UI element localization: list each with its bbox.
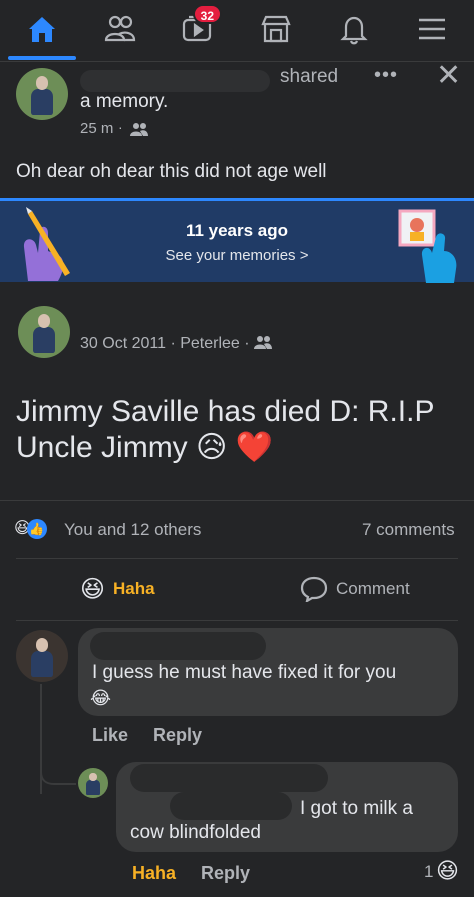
haha-label: Haha <box>113 579 155 598</box>
comment-bubble-1[interactable]: I guess he must have fixed it for you 😂 <box>78 628 458 716</box>
post-text-line-2-wrap: Uncle Jimmy 😥 ❤️ <box>16 430 273 466</box>
comment-2-text-line-1: I got to milk a <box>300 798 413 819</box>
reactions-divider <box>16 558 458 559</box>
comment-1-like-button[interactable]: Like <box>92 725 128 746</box>
tab-notifications[interactable] <box>326 6 382 52</box>
top-navigation: 32 <box>0 0 474 62</box>
commenter-avatar-1[interactable] <box>16 630 68 682</box>
reaction-icons[interactable]: 😆👍 <box>14 518 47 539</box>
friends-audience-icon <box>254 336 273 349</box>
share-body-text: Oh dear oh dear this did not age well <box>16 161 327 182</box>
meta-separator-2: · <box>244 335 250 352</box>
haha-button[interactable]: 😆 Haha <box>80 572 155 606</box>
share-verb: shared <box>280 66 339 87</box>
redacted-commenter-name <box>90 632 266 660</box>
haha-emoji-icon: 😆 <box>80 575 106 603</box>
menu-icon <box>419 18 445 40</box>
post-location[interactable]: Peterlee <box>180 335 240 352</box>
red-heart-emoji: ❤️ <box>235 431 274 464</box>
hand-photo-illustration-icon <box>398 209 457 283</box>
comment-bubble-icon <box>300 576 328 602</box>
comment-1-text: I guess he must have fixed it for you <box>92 662 397 683</box>
comment-button[interactable]: Comment <box>300 572 410 606</box>
reply-connector <box>40 762 76 785</box>
post-date[interactable]: 30 Oct 2011 <box>80 335 166 352</box>
watch-badge: 32 <box>192 4 222 24</box>
marketplace-icon <box>261 15 291 43</box>
comment-2-text-line-2: cow blindfolded <box>130 822 261 843</box>
share-object: a memory. <box>80 91 169 112</box>
comment-2-reply-button[interactable]: Reply <box>201 863 250 884</box>
tab-menu[interactable] <box>404 6 460 52</box>
meta-separator: · <box>170 335 176 352</box>
friends-audience-icon <box>130 123 148 136</box>
comment-1-reply-button[interactable]: Reply <box>153 725 202 746</box>
comment-2-haha-reaction-icon: 😆 <box>436 858 459 883</box>
reactions-summary[interactable]: You and 12 others <box>64 520 201 540</box>
memory-banner[interactable]: 11 years ago See your memories > <box>0 198 474 283</box>
comment-2-haha-button[interactable]: Haha <box>132 863 176 884</box>
post-divider <box>0 500 474 501</box>
tab-watch[interactable]: 32 <box>170 4 226 52</box>
friends-icon <box>104 15 136 42</box>
tab-marketplace[interactable] <box>248 6 304 52</box>
redacted-name <box>80 70 270 92</box>
sharer-avatar[interactable] <box>16 68 68 120</box>
redacted-reply-name-2 <box>170 792 292 820</box>
share-time[interactable]: 25 m <box>80 120 113 137</box>
sad-tear-emoji: 😥 <box>196 431 228 464</box>
comment-bubble-2[interactable]: I got to milk a cow blindfolded <box>116 762 458 852</box>
commenter-avatar-2[interactable] <box>78 768 108 798</box>
close-icon[interactable]: ✕ <box>436 58 461 93</box>
tab-home[interactable] <box>8 6 76 60</box>
actions-divider <box>16 620 458 621</box>
post-text-line-2: Uncle Jimmy <box>16 431 188 464</box>
separator-dot: · <box>118 119 123 135</box>
tears-of-joy-emoji: 😂 <box>90 688 112 708</box>
comment-label: Comment <box>336 579 410 598</box>
hand-pencil-illustration-icon <box>23 207 70 281</box>
post-meta: 30 Oct 2011 · Peterlee · <box>80 335 273 353</box>
original-poster-avatar[interactable] <box>18 306 70 358</box>
chevron-right-icon: > <box>299 247 309 264</box>
tab-friends[interactable] <box>92 6 148 52</box>
home-icon <box>29 17 55 42</box>
like-reaction-icon: 👍 <box>26 519 47 539</box>
see-memories-label: See your memories <box>165 247 296 264</box>
comments-count[interactable]: 7 comments <box>362 520 455 540</box>
redacted-reply-name-1 <box>130 764 328 792</box>
more-options-icon[interactable]: ••• <box>374 64 398 87</box>
comment-2-reaction-count[interactable]: 1 <box>424 862 433 882</box>
notifications-icon <box>340 16 368 45</box>
post-text-line-1: Jimmy Saville has died D: R.I.P <box>16 395 435 428</box>
